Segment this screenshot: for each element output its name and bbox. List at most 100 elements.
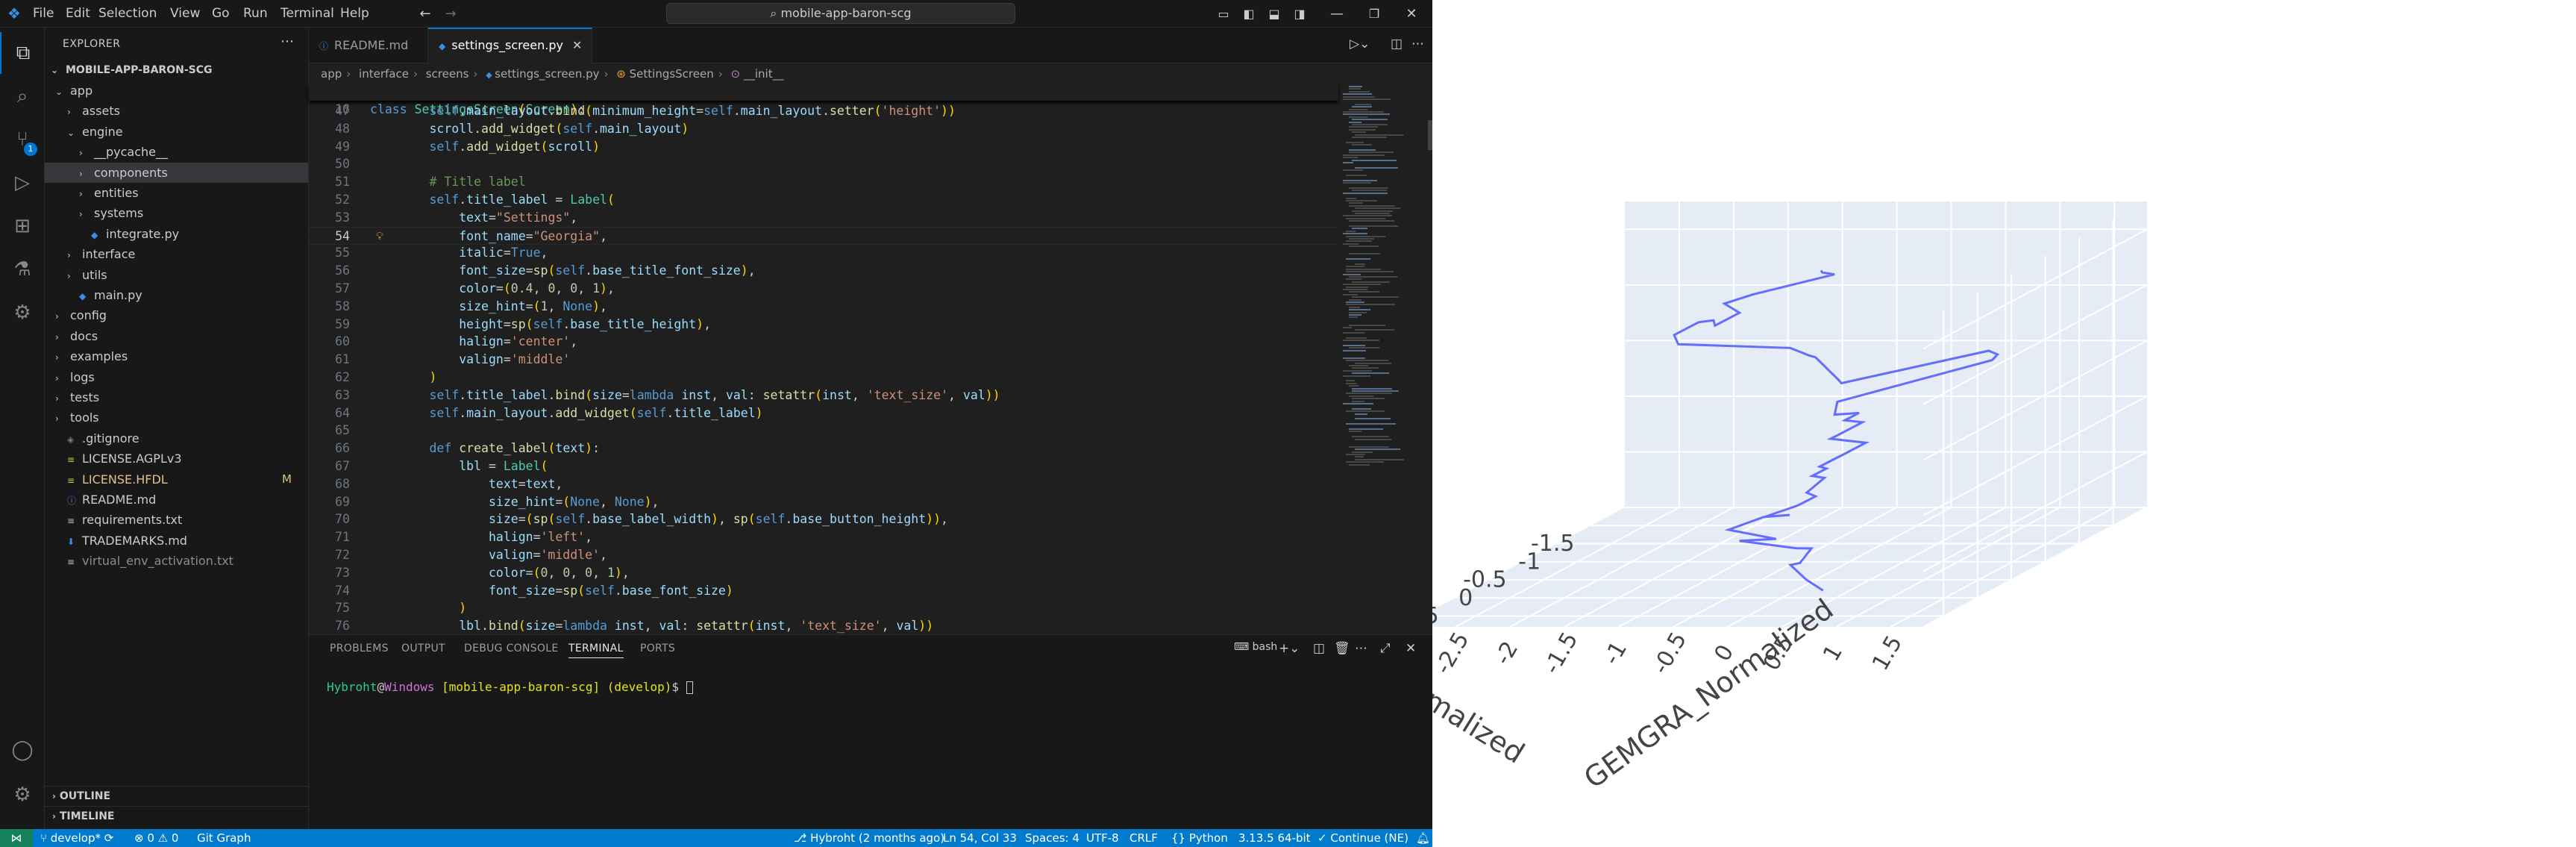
tree-item[interactable]: ◈ .gitignore (45, 428, 308, 448)
command-center-search[interactable]: ⌕ mobile-app-baron-scg (666, 3, 1015, 24)
cursor-position[interactable]: Ln 54, Col 33 (943, 829, 1017, 847)
git-graph-status[interactable]: Git Graph (197, 829, 251, 847)
problems-status[interactable]: ⊗ 0 ⚠ 0 (134, 829, 178, 847)
code-line[interactable]: 55 italic=True, (309, 244, 1338, 262)
tab-readme[interactable]: ⓘ README.md (309, 28, 428, 63)
toggle-panel-icon[interactable]: ⬓ (1264, 0, 1285, 28)
plot-canvas[interactable]: 196019701980199020002010-1.5-1-0.500.51-… (1432, 0, 2576, 847)
tree-item[interactable]: › tools (45, 407, 308, 428)
terminal-shell-selector[interactable]: ⌨ bash (1234, 641, 1277, 653)
tree-item[interactable]: › logs (45, 367, 308, 387)
split-editor-icon[interactable]: ◫ (1391, 37, 1403, 51)
code-line[interactable]: 62 ) (309, 369, 1338, 387)
run-python-file-icon[interactable]: ▷⌄ (1350, 37, 1370, 51)
code-line[interactable]: 61 valign='middle' (309, 351, 1338, 369)
code-line[interactable]: 72 valign='middle', (309, 546, 1338, 564)
tree-item[interactable]: › docs (45, 326, 308, 346)
breadcrumb-app[interactable]: app (321, 67, 342, 81)
menu-selection[interactable]: Selection (98, 0, 157, 28)
kill-terminal-icon[interactable]: 🗑 (1334, 641, 1350, 656)
tree-item[interactable]: ⓘ README.md (45, 490, 308, 510)
breadcrumb-file[interactable]: settings_screen.py (495, 67, 599, 81)
editor-more-icon[interactable]: ⋯ (1411, 37, 1424, 51)
tab-problems[interactable]: PROBLEMS (330, 643, 389, 654)
code-line[interactable]: 66 def create_label(text): (309, 440, 1338, 457)
code-line[interactable]: 51 # Title label (309, 173, 1338, 191)
tree-item[interactable]: › components (45, 162, 308, 183)
code-line[interactable]: 52 self.title_label = Label( (309, 191, 1338, 209)
account-icon[interactable]: ◯ (0, 729, 45, 771)
code-line[interactable]: 68 text=text, (309, 475, 1338, 493)
minimize-icon[interactable]: — (1322, 0, 1352, 28)
git-branch-status[interactable]: ⑂ develop* ⟳ (40, 829, 113, 847)
new-terminal-icon[interactable]: +⌄ (1279, 641, 1300, 656)
python-interpreter[interactable]: 3.13.5 64-bit (1238, 829, 1311, 847)
tree-item[interactable]: › entities (45, 183, 308, 203)
eol-status[interactable]: CRLF (1129, 829, 1158, 847)
layout-controls-icon[interactable]: ▭ (1213, 0, 1234, 28)
code-line[interactable]: 73 color=(0, 0, 0, 1), (309, 564, 1338, 582)
tree-item[interactable]: › systems (45, 203, 308, 223)
tab-ports[interactable]: PORTS (640, 643, 675, 654)
menu-run[interactable]: Run (243, 0, 268, 28)
tree-item[interactable]: ≡ LICENSE.AGPLv3 (45, 448, 308, 469)
tree-item[interactable]: ≡ LICENSE.HFDL M (45, 469, 308, 490)
breadcrumb-class[interactable]: SettingsScreen (630, 67, 714, 81)
breadcrumb-screens[interactable]: screens (426, 67, 469, 81)
menu-terminal[interactable]: Terminal (281, 0, 334, 28)
code-line[interactable]: 64 self.main_layout.add_widget(self.titl… (309, 404, 1338, 422)
tree-item[interactable]: › examples (45, 346, 308, 366)
tree-item[interactable]: ⌄ engine (45, 122, 308, 142)
panel-more-icon[interactable]: ⋯ (1355, 641, 1367, 656)
code-line[interactable]: 53 text="Settings", (309, 209, 1338, 227)
forward-arrow-icon[interactable]: → (440, 0, 461, 28)
code-line[interactable]: 67 lbl = Label( (309, 457, 1338, 475)
code-line[interactable]: 60 halign='center', (309, 333, 1338, 351)
tree-item[interactable]: ◆ integrate.py (45, 224, 308, 244)
tree-item[interactable]: › utils (45, 265, 308, 285)
remote-indicator-icon[interactable]: ⋈ (0, 829, 33, 847)
minimap[interactable] (1338, 83, 1428, 486)
language-mode[interactable]: {} Python (1171, 829, 1228, 847)
run-debug-icon[interactable]: ▷ (0, 162, 45, 204)
code-line[interactable]: 50 (309, 155, 1338, 173)
toggle-secondary-sidebar-icon[interactable]: ◨ (1289, 0, 1310, 28)
source-control-icon[interactable]: ⑂ 1 (0, 119, 45, 160)
code-line[interactable]: 56 font_size=sp(self.base_title_font_siz… (309, 262, 1338, 280)
tab-settings-screen[interactable]: ◆ settings_screen.py ✕ (428, 28, 592, 63)
tab-debug-console[interactable]: DEBUG CONSOLE (464, 643, 559, 654)
tree-item[interactable]: › tests (45, 387, 308, 407)
code-line[interactable]: 71 halign='left', (309, 528, 1338, 546)
explorer-icon[interactable]: ⧉ (0, 32, 45, 74)
split-terminal-icon[interactable]: ◫ (1313, 641, 1325, 656)
remote-icon[interactable]: ⚙ (0, 292, 45, 334)
tab-output[interactable]: OUTPUT (401, 643, 445, 654)
code-line[interactable]: 74 font_size=sp(self.base_font_size) (309, 582, 1338, 600)
code-line[interactable]: 76 lbl.bind(size=lambda inst, val: setat… (309, 617, 1338, 635)
tree-item[interactable]: › assets (45, 101, 308, 121)
tab-terminal[interactable]: TERMINAL (568, 643, 624, 658)
menu-edit[interactable]: Edit (66, 0, 90, 28)
outline-section[interactable]: › OUTLINE (45, 786, 308, 806)
menu-view[interactable]: View (170, 0, 200, 28)
code-line[interactable]: 58 size_hint=(1, None), (309, 298, 1338, 316)
tree-item[interactable]: ◆ main.py (45, 285, 308, 305)
testing-icon[interactable]: ⚗ (0, 249, 45, 290)
workspace-root[interactable]: ⌄ MOBILE-APP-BARON-SCG (45, 60, 308, 81)
search-icon[interactable]: ⌕ (0, 75, 45, 117)
tree-item[interactable]: ≡ virtual_env_activation.txt (45, 551, 308, 571)
close-panel-icon[interactable]: ✕ (1405, 641, 1416, 656)
code-line[interactable]: 75 ) (309, 599, 1338, 617)
maximize-panel-icon[interactable]: ⤢ (1380, 641, 1391, 656)
code-line[interactable]: 69 size_hint=(None, None), (309, 493, 1338, 511)
terminal-prompt[interactable]: Hybroht@Windows [mobile-app-baron-scg] (… (327, 680, 693, 694)
more-actions-icon[interactable]: ⋯ (281, 34, 294, 49)
tree-item[interactable]: › interface (45, 244, 308, 264)
continue-status[interactable]: ✓ Continue (NE) (1317, 829, 1408, 847)
code-line[interactable]: 47 self.main_layout.bind(minimum_height=… (309, 102, 1338, 120)
close-window-icon[interactable]: ✕ (1397, 0, 1426, 28)
extensions-icon[interactable]: ⊞ (0, 205, 45, 247)
toggle-sidebar-icon[interactable]: ◧ (1238, 0, 1259, 28)
code-line[interactable]: 65 (309, 422, 1338, 440)
code-line[interactable]: 48 scroll.add_widget(self.main_layout) (309, 120, 1338, 138)
